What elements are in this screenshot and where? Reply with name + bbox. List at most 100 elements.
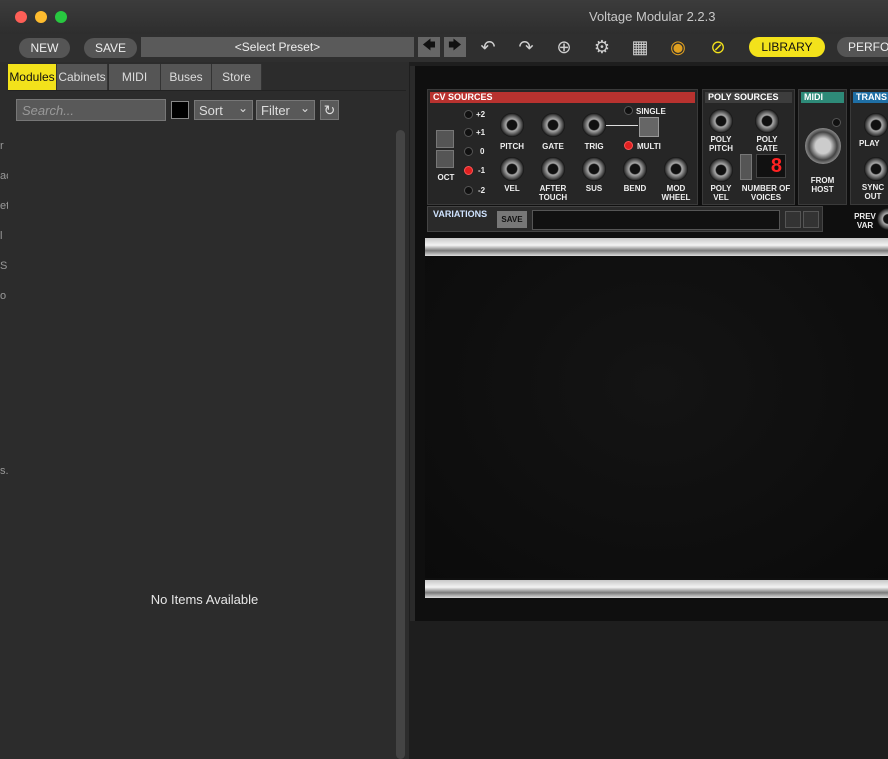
aftertouch-label: AFTER TOUCH <box>538 184 568 202</box>
redo-icon: ↷ <box>518 36 534 57</box>
list-scrollbar[interactable] <box>396 130 405 759</box>
sort-dropdown[interactable]: Sort ⌄ <box>194 100 253 120</box>
rack-rail-top <box>425 238 888 256</box>
color-wheel-icon: ◉ <box>670 36 686 57</box>
tab-midi[interactable]: MIDI <box>109 64 161 90</box>
poly-sources-title: POLY SOURCES <box>705 92 792 103</box>
variations-strip: VARIATIONS SAVE <box>427 206 823 232</box>
multi-label: MULTI <box>637 142 661 151</box>
save-button[interactable]: SAVE <box>84 38 137 58</box>
oct-label: OCT <box>437 173 455 182</box>
variation-save-button[interactable]: SAVE <box>497 211 527 228</box>
tab-buses[interactable]: Buses <box>161 64 212 90</box>
poly-sources-panel: POLY SOURCES POLY PITCH POLY GATE POLY V… <box>702 89 795 205</box>
play-label: PLAY <box>859 139 880 148</box>
bend-jack[interactable] <box>623 157 647 181</box>
empty-list-message: No Items Available <box>150 592 259 607</box>
poly-vel-jack[interactable] <box>709 158 733 182</box>
sync-out-jack[interactable] <box>864 157 888 181</box>
variation-name-field[interactable] <box>532 210 780 230</box>
edge-text: l <box>0 230 3 242</box>
vel-jack[interactable] <box>500 157 524 181</box>
octave-led <box>464 110 473 119</box>
octave-led <box>464 147 473 156</box>
preset-selector[interactable]: <Select Preset> <box>141 37 414 57</box>
poly-vel-label: POLY VEL <box>710 184 732 202</box>
gate-jack[interactable] <box>541 113 565 137</box>
mod-wheel-jack[interactable] <box>664 157 688 181</box>
poly-gate-label: POLY GATE <box>756 135 778 153</box>
aftertouch-jack[interactable] <box>541 157 565 181</box>
undo-icon: ↶ <box>480 36 496 57</box>
gate-label: GATE <box>542 142 564 151</box>
app-window: Voltage Modular 2.2.3 NEW SAVE <Select P… <box>0 0 888 759</box>
midi-led <box>832 118 841 127</box>
voices-stepper[interactable] <box>740 154 752 180</box>
zoom-icon: ⊕ <box>556 36 572 57</box>
perform-button[interactable]: PERFO <box>837 37 888 57</box>
chevron-down-icon: ⌄ <box>299 101 310 115</box>
bend-label: BEND <box>623 184 647 193</box>
oct-level-label: 0 <box>480 147 485 156</box>
arrow-right-icon: 🡆 <box>448 37 462 52</box>
tab-cabinets[interactable]: Cabinets <box>57 64 108 90</box>
sus-label: SUS <box>585 184 603 193</box>
oct-level-label: -1 <box>478 166 486 175</box>
oct-level-label: -2 <box>478 186 486 195</box>
trig-jack[interactable] <box>582 113 606 137</box>
zoom-button[interactable]: ⊕ <box>551 35 577 59</box>
tab-modules[interactable]: Modules <box>8 64 57 90</box>
grid-button[interactable]: ▦ <box>627 35 653 59</box>
library-button[interactable]: LIBRARY <box>749 37 825 57</box>
new-button[interactable]: NEW <box>19 38 70 58</box>
undo-button[interactable]: ↶ <box>475 35 501 59</box>
patch-button[interactable]: ⊘ <box>705 35 731 59</box>
chevron-down-icon: ⌄ <box>237 101 248 115</box>
redo-button[interactable]: ↷ <box>513 35 539 59</box>
poly-gate-jack[interactable] <box>755 109 779 133</box>
edge-text: S <box>0 260 8 272</box>
sync-out-label: SYNC OUT <box>861 183 885 201</box>
filter-label: Filter <box>261 102 290 118</box>
cv-sources-title: CV SOURCES <box>430 92 695 103</box>
tab-store[interactable]: Store <box>212 64 262 90</box>
variation-prev-arrow[interactable] <box>785 211 801 228</box>
refresh-icon: ↻ <box>323 101 336 118</box>
play-jack[interactable] <box>864 113 888 137</box>
search-input[interactable]: Search... <box>16 99 166 121</box>
poly-pitch-label: POLY PITCH <box>709 135 733 153</box>
trig-arrow-line <box>606 125 638 126</box>
zoom-window-button[interactable] <box>55 11 67 23</box>
previous-preset-button[interactable]: 🡄 <box>418 37 440 57</box>
sus-jack[interactable] <box>582 157 606 181</box>
cv-sources-panel: CV SOURCES OCT +2 +1 0 -1 -2 PITCH GATE … <box>427 89 698 205</box>
trig-mode-button[interactable] <box>639 117 659 137</box>
close-window-button[interactable] <box>15 11 27 23</box>
transport-panel: TRANS PLAY SYNC OUT <box>850 89 888 205</box>
cable-colors-button[interactable]: ◉ <box>665 35 691 59</box>
filter-dropdown[interactable]: Filter ⌄ <box>256 100 315 120</box>
from-host-label: FROM HOST <box>810 176 835 194</box>
module-list <box>8 90 406 759</box>
settings-button[interactable]: ⚙ <box>589 35 615 59</box>
variation-next-arrow[interactable] <box>803 211 819 228</box>
octave-down-button[interactable] <box>436 150 454 168</box>
poly-pitch-jack[interactable] <box>709 109 733 133</box>
pitch-label: PITCH <box>500 142 524 151</box>
single-led <box>624 106 633 115</box>
refresh-button[interactable]: ↻ <box>320 100 339 120</box>
octave-up-button[interactable] <box>436 130 454 148</box>
multi-led <box>624 141 633 150</box>
rack-rail-bottom <box>425 580 888 598</box>
next-preset-button[interactable]: 🡆 <box>444 37 466 57</box>
single-label: SINGLE <box>636 107 666 116</box>
minimize-window-button[interactable] <box>35 11 47 23</box>
title-bar: Voltage Modular 2.2.3 <box>0 0 888 34</box>
color-filter-swatch[interactable] <box>171 101 189 119</box>
window-title: Voltage Modular 2.2.3 <box>589 9 716 24</box>
pitch-jack[interactable] <box>500 113 524 137</box>
midi-panel: MIDI FROM HOST <box>798 89 847 205</box>
background-window-edge: r ac et l S o s. <box>0 130 12 477</box>
arrow-left-icon: 🡄 <box>422 37 436 52</box>
midi-title: MIDI <box>801 92 844 103</box>
